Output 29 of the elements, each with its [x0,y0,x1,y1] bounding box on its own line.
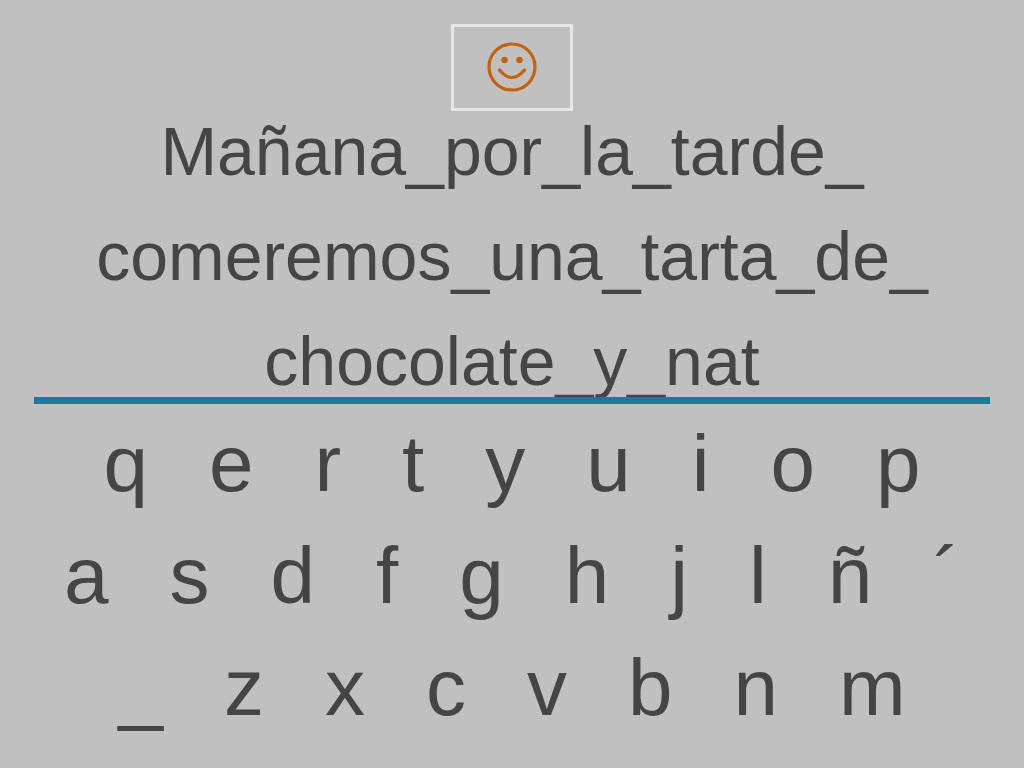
answer-text: Mañana_por_la_tarde_ comeremos_una_tarta_de_ chocolate_y_nat [96,115,928,397]
letter-key[interactable]: b [621,643,679,733]
letter-key[interactable]: u [580,419,637,509]
letter-key[interactable]: n [727,643,784,733]
letter-key[interactable]: d [264,531,322,621]
letter-key[interactable]: e [202,419,260,509]
letter-key[interactable]: h [558,531,616,621]
letter-key[interactable]: i [685,419,716,509]
letter-key[interactable]: ñ [821,531,879,621]
letter-key[interactable]: f [370,531,405,621]
letter-key[interactable]: r [308,419,348,509]
letter-key[interactable]: g [453,531,510,621]
letter-key[interactable]: _ [112,643,169,733]
letter-key[interactable]: l [743,531,773,621]
letter-key[interactable]: q [97,419,154,509]
letter-key[interactable]: p [870,419,927,509]
letter-key[interactable]: x [318,643,371,733]
letter-key[interactable]: z [217,643,270,733]
letter-key[interactable]: t [396,419,431,509]
letter-key[interactable]: s [163,531,216,621]
letter-key[interactable]: m [832,643,912,733]
letter-key[interactable]: c [419,643,472,733]
letter-key[interactable]: v [520,643,573,733]
smiley-icon [487,41,537,92]
letter-key[interactable]: ´ [927,531,966,621]
letter-key[interactable]: j [664,531,695,621]
letter-key[interactable]: a [58,531,115,621]
letter-key[interactable]: y [479,419,532,509]
letter-key[interactable]: o [764,419,822,509]
